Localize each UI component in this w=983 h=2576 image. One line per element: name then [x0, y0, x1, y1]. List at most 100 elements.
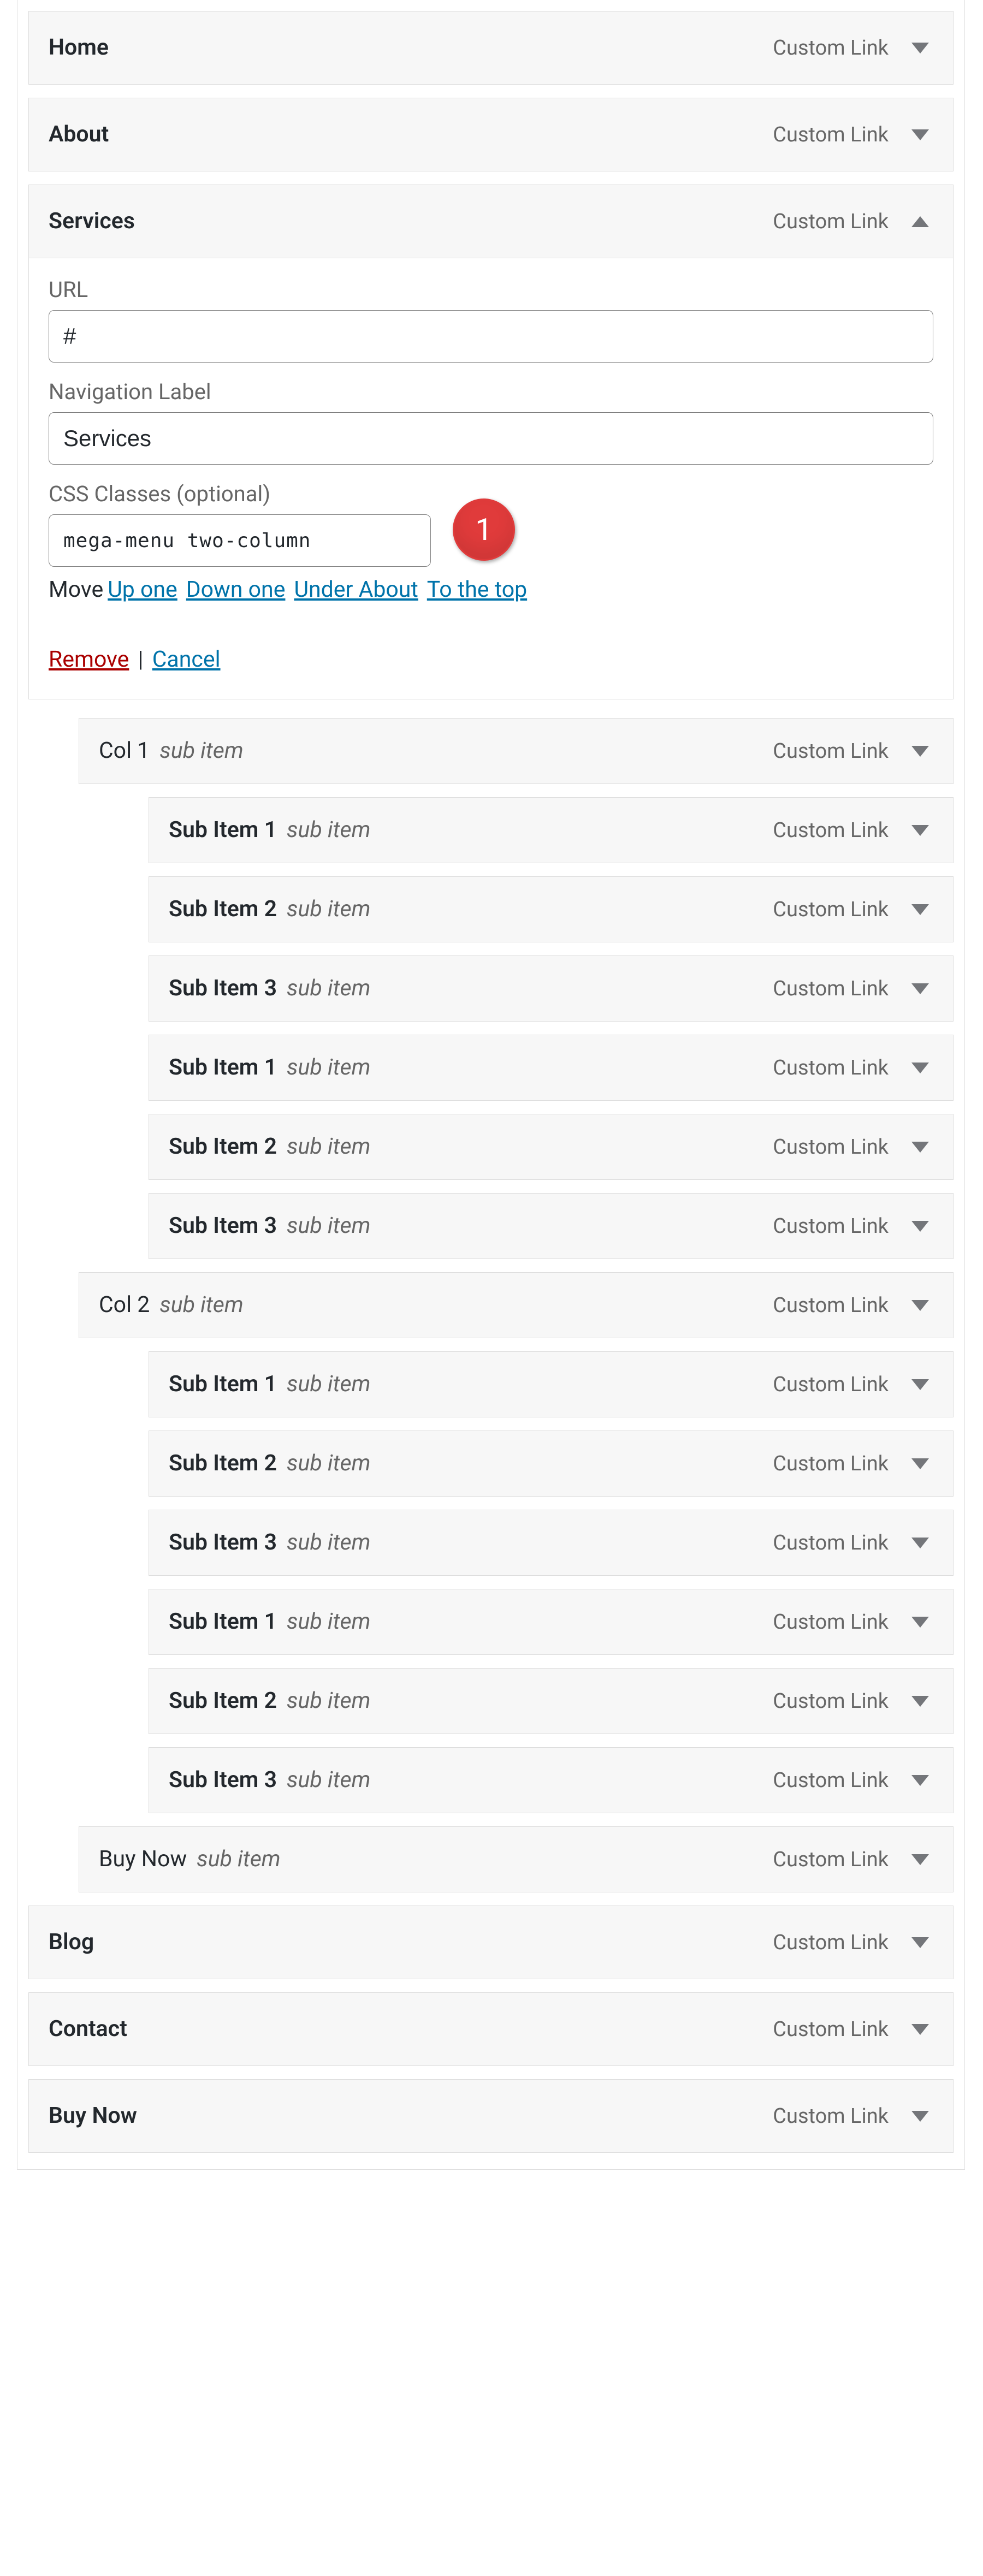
- chevron-down-icon[interactable]: [911, 2111, 929, 2122]
- menu-item-bar[interactable]: Col 1sub itemCustom Link: [79, 718, 954, 784]
- menu-item-subtitle: sub item: [287, 1056, 371, 1079]
- menu-item: BlogCustom Link: [17, 1906, 964, 1979]
- menu-item-title: Sub Item 3: [169, 1215, 277, 1237]
- menu-item-type: Custom Link: [773, 2104, 889, 2128]
- menu-item-type: Custom Link: [773, 898, 889, 922]
- menu-item-right: Custom Link: [773, 1373, 929, 1397]
- menu-item-title: Sub Item 3: [169, 977, 277, 1000]
- menu-item: Sub Item 2sub itemCustom Link: [138, 1114, 964, 1180]
- menu-item-subtitle: sub item: [287, 977, 371, 1000]
- chevron-down-icon[interactable]: [911, 2024, 929, 2035]
- menu-item-bar[interactable]: ServicesCustom Link: [28, 185, 954, 258]
- menu-item-bar[interactable]: Sub Item 2sub itemCustom Link: [149, 1668, 954, 1734]
- chevron-down-icon[interactable]: [911, 1458, 929, 1469]
- menu-item-bar[interactable]: Sub Item 2sub itemCustom Link: [149, 1431, 954, 1497]
- menu-item-bar[interactable]: Sub Item 1sub itemCustom Link: [149, 1589, 954, 1655]
- chevron-down-icon[interactable]: [911, 1617, 929, 1628]
- navigation-label-input[interactable]: [49, 412, 933, 465]
- menu-item-title: Sub Item 2: [169, 1690, 277, 1712]
- chevron-down-icon[interactable]: [911, 1300, 929, 1311]
- menu-item-title: Contact: [49, 2018, 127, 2040]
- chevron-down-icon[interactable]: [911, 983, 929, 994]
- up-one-link[interactable]: Up one: [108, 577, 177, 603]
- menu-item-right: Custom Link: [773, 1610, 929, 1634]
- menu-item: Sub Item 2sub itemCustom Link: [138, 1431, 964, 1497]
- menu-item-subtitle: sub item: [159, 1294, 244, 1316]
- menu-item-bar[interactable]: Sub Item 1sub itemCustom Link: [149, 1035, 954, 1101]
- chevron-down-icon[interactable]: [911, 1937, 929, 1948]
- chevron-down-icon[interactable]: [911, 1221, 929, 1232]
- menu-item-right: Custom Link: [773, 1214, 929, 1238]
- menu-item: Sub Item 1sub itemCustom Link: [138, 1351, 964, 1417]
- menu-item-bar[interactable]: Sub Item 1sub itemCustom Link: [149, 1351, 954, 1417]
- menu-item-bar[interactable]: Sub Item 2sub itemCustom Link: [149, 876, 954, 942]
- menu-item-title: Sub Item 1: [169, 819, 277, 841]
- menu-item-right: Custom Link: [773, 1931, 929, 1955]
- menu-item-type: Custom Link: [773, 1293, 889, 1317]
- menu-item: Buy NowCustom Link: [17, 2079, 964, 2153]
- chevron-down-icon[interactable]: [911, 1854, 929, 1865]
- menu-item-bar[interactable]: Col 2 sub item Custom Link: [79, 1272, 954, 1338]
- menu-item-right: Custom Link: [773, 2017, 929, 2041]
- remove-link[interactable]: Remove: [49, 646, 129, 673]
- chevron-down-icon[interactable]: [911, 129, 929, 140]
- menu-item: Sub Item 3sub itemCustom Link: [138, 1510, 964, 1576]
- menu-item: Col 2 sub item Custom Link: [68, 1272, 964, 1338]
- chevron-down-icon[interactable]: [911, 1379, 929, 1390]
- menu-item-bar[interactable]: Contact Custom Link: [28, 1992, 954, 2066]
- menu-item-right: Custom Link: [773, 1531, 929, 1555]
- menu-item-title: Buy Now: [99, 1848, 187, 1871]
- menu-item-type: Custom Link: [773, 1135, 889, 1159]
- chevron-down-icon[interactable]: [911, 1775, 929, 1786]
- menu-item-subtitle: sub item: [287, 1690, 371, 1712]
- url-input[interactable]: [49, 310, 933, 363]
- menu-item-title: Services: [49, 210, 135, 233]
- menu-item-right: Custom Link: [773, 1768, 929, 1792]
- down-one-link[interactable]: Down one: [186, 577, 286, 603]
- to-top-link[interactable]: To the top: [427, 577, 527, 603]
- menu-item-subtitle: sub item: [287, 1452, 371, 1475]
- chevron-down-icon[interactable]: [911, 1142, 929, 1153]
- menu-item: Sub Item 3sub itemCustom Link: [138, 1747, 964, 1813]
- menu-item-subtitle: sub item: [287, 1136, 371, 1158]
- chevron-down-icon[interactable]: [911, 1063, 929, 1073]
- menu-item-bar[interactable]: Buy Nowsub itemCustom Link: [79, 1826, 954, 1892]
- chevron-up-icon[interactable]: [911, 216, 929, 227]
- menu-item: Sub Item 3sub itemCustom Link: [138, 955, 964, 1022]
- menu-item-bar[interactable]: Sub Item 3sub itemCustom Link: [149, 1747, 954, 1813]
- menu-item-title: Col 2: [99, 1294, 150, 1316]
- menu-item-right: Custom Link: [773, 36, 929, 60]
- menu-item-bar[interactable]: Home Custom Link: [28, 11, 954, 85]
- under-about-link[interactable]: Under About: [294, 577, 418, 603]
- menu-item-bar[interactable]: Sub Item 1sub itemCustom Link: [149, 797, 954, 863]
- menu-item-bar[interactable]: Sub Item 3sub itemCustom Link: [149, 955, 954, 1022]
- menu-item-bar[interactable]: Sub Item 2sub itemCustom Link: [149, 1114, 954, 1180]
- menu-item: Buy Nowsub itemCustom Link: [68, 1826, 964, 1892]
- menu-item-bar[interactable]: Buy NowCustom Link: [28, 2079, 954, 2153]
- chevron-down-icon[interactable]: [911, 1696, 929, 1707]
- chevron-down-icon[interactable]: [911, 825, 929, 836]
- css-classes-input[interactable]: [49, 514, 431, 567]
- menu-item-list: HomeCustom LinkAboutCustom LinkServicesC…: [17, 11, 964, 2153]
- menu-item-title: About: [49, 123, 109, 146]
- menu-item: Home Custom Link: [17, 11, 964, 85]
- cancel-link[interactable]: Cancel: [152, 646, 221, 673]
- menu-item-bar[interactable]: AboutCustom Link: [28, 98, 954, 171]
- menu-item: Sub Item 1sub itemCustom Link: [138, 1035, 964, 1101]
- chevron-down-icon[interactable]: [911, 43, 929, 54]
- chevron-down-icon[interactable]: [911, 904, 929, 915]
- menu-item: Sub Item 1sub itemCustom Link: [138, 1589, 964, 1655]
- menu-item-title: Sub Item 2: [169, 898, 277, 921]
- menu-item: ServicesCustom LinkURLNavigation LabelCS…: [17, 185, 964, 699]
- menu-item-subtitle: sub item: [287, 1373, 371, 1396]
- chevron-down-icon[interactable]: [911, 1538, 929, 1548]
- menu-item-bar[interactable]: BlogCustom Link: [28, 1906, 954, 1979]
- item-actions: Remove | Cancel: [49, 646, 933, 673]
- menu-item-title: Home: [49, 37, 109, 59]
- menu-item-bar[interactable]: Sub Item 3sub itemCustom Link: [149, 1510, 954, 1576]
- menu-item-bar[interactable]: Sub Item 3sub itemCustom Link: [149, 1193, 954, 1259]
- menu-item-subtitle: sub item: [287, 1769, 371, 1791]
- url-label: URL: [49, 277, 933, 302]
- move-row: MoveUp oneDown oneUnder AboutTo the top: [49, 577, 933, 603]
- chevron-down-icon[interactable]: [911, 746, 929, 757]
